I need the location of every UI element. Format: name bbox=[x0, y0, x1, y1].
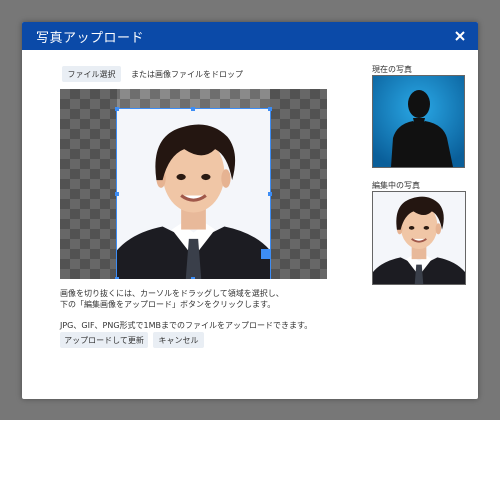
editing-photo-thumbnail bbox=[373, 192, 465, 284]
photo-upload-dialog: 写真アップロード ファイル選択 または画像ファイルをドロップ 現在の写真 編集中… bbox=[22, 22, 478, 399]
editing-photo-image bbox=[117, 109, 270, 279]
drop-hint: または画像ファイルをドロップ bbox=[131, 70, 243, 79]
crop-handle-top[interactable] bbox=[191, 107, 195, 111]
current-photo-label: 現在の写真 bbox=[372, 65, 412, 74]
editing-photo-label: 編集中の写真 bbox=[372, 181, 420, 190]
crop-handle-right[interactable] bbox=[268, 192, 272, 196]
crop-area[interactable] bbox=[60, 89, 327, 279]
current-photo bbox=[372, 75, 465, 168]
crop-handle-top-left[interactable] bbox=[115, 107, 119, 111]
crop-mask-right bbox=[270, 89, 327, 279]
crop-handle-bottom-left[interactable] bbox=[115, 277, 119, 279]
close-icon bbox=[455, 31, 465, 41]
editing-photo-preview bbox=[372, 191, 466, 285]
crop-handle-left[interactable] bbox=[115, 192, 119, 196]
cancel-button[interactable]: キャンセル bbox=[153, 332, 204, 348]
dialog-title: 写真アップロード bbox=[36, 30, 145, 46]
close-button[interactable] bbox=[452, 28, 468, 44]
upload-update-button[interactable]: アップロードして更新 bbox=[60, 332, 148, 348]
crop-handle-bottom[interactable] bbox=[191, 277, 195, 279]
file-format-note: JPG、GIF、PNG形式で1MBまでのファイルをアップロードできます。 bbox=[60, 321, 313, 330]
dialog-header: 写真アップロード bbox=[22, 22, 478, 50]
instruction-line-1: 画像を切り抜くには、カーソルをドラッグして領域を選択し、 bbox=[60, 289, 284, 298]
crop-resize-handle[interactable] bbox=[261, 249, 271, 259]
file-select-button[interactable]: ファイル選択 bbox=[62, 66, 121, 82]
crop-selection[interactable] bbox=[116, 108, 271, 279]
instruction-line-2: 下の「編集画像をアップロード」ボタンをクリックします。 bbox=[60, 300, 276, 309]
crop-handle-top-right[interactable] bbox=[268, 107, 272, 111]
crop-mask-left bbox=[60, 89, 117, 279]
silhouette-image bbox=[373, 76, 464, 167]
